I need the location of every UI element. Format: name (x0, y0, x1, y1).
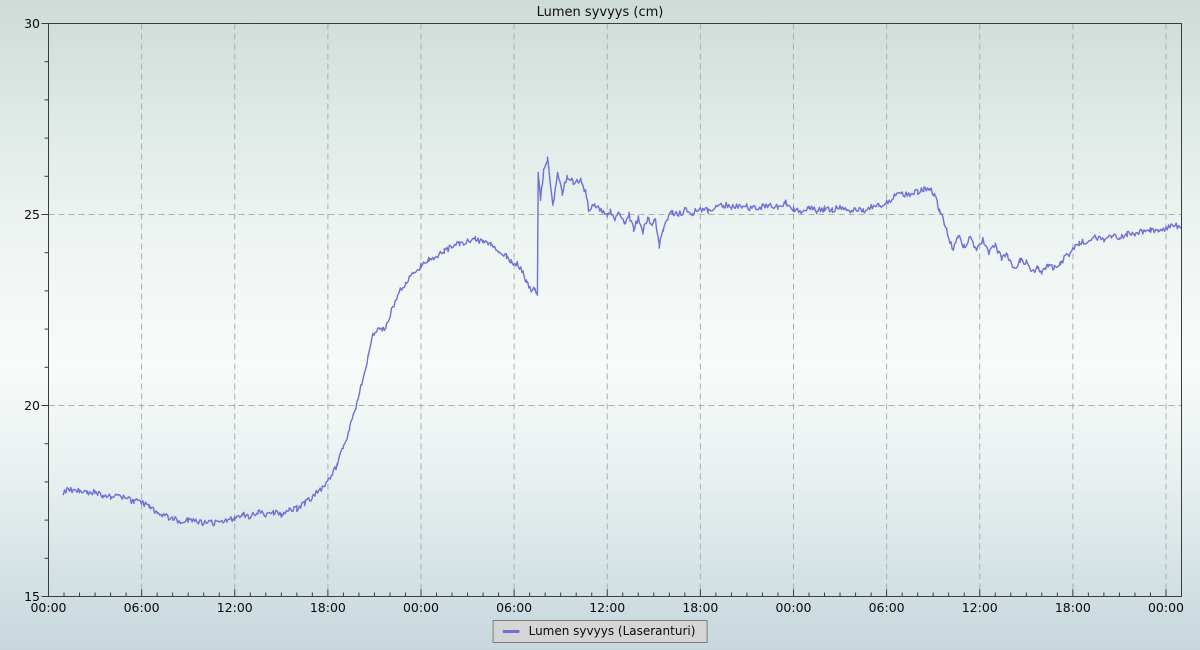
y-tick-label: 20 (24, 398, 40, 413)
x-tick-label: 12:00 (217, 600, 253, 615)
x-tick-label: 00:00 (403, 600, 439, 615)
x-tick-label: 00:00 (1148, 600, 1184, 615)
y-tick-label: 30 (24, 16, 40, 31)
x-tick-label: 06:00 (496, 600, 532, 615)
snow-depth-chart: Lumen syvyys (cm) 00:0006:0012:0018:0000… (0, 0, 1200, 650)
x-tick-label: 12:00 (589, 600, 625, 615)
x-tick-label: 12:00 (962, 600, 998, 615)
legend: Lumen syvyys (Laseranturi) (493, 620, 708, 643)
axis-frame (49, 24, 1182, 597)
x-tick-label: 18:00 (1055, 600, 1091, 615)
x-tick-label: 18:00 (310, 600, 346, 615)
plot-area: 00:00 06:00 12:00 18:00 00:00 06:00 12:00 18:00… (0, 0, 1200, 650)
x-tick-label: 06:00 (124, 600, 160, 615)
legend-label: Lumen syvyys (Laseranturi) (529, 624, 696, 638)
x-tick-label: 00:00 (775, 600, 811, 615)
legend-line-swatch (503, 630, 520, 633)
x-tick-label: 06:00 (869, 600, 905, 615)
y-tick-label: 15 (24, 589, 40, 604)
y-tick-label: 25 (24, 207, 40, 222)
data-line-lumen-syvyys (63, 157, 1181, 526)
x-tick-label: 18:00 (682, 600, 718, 615)
